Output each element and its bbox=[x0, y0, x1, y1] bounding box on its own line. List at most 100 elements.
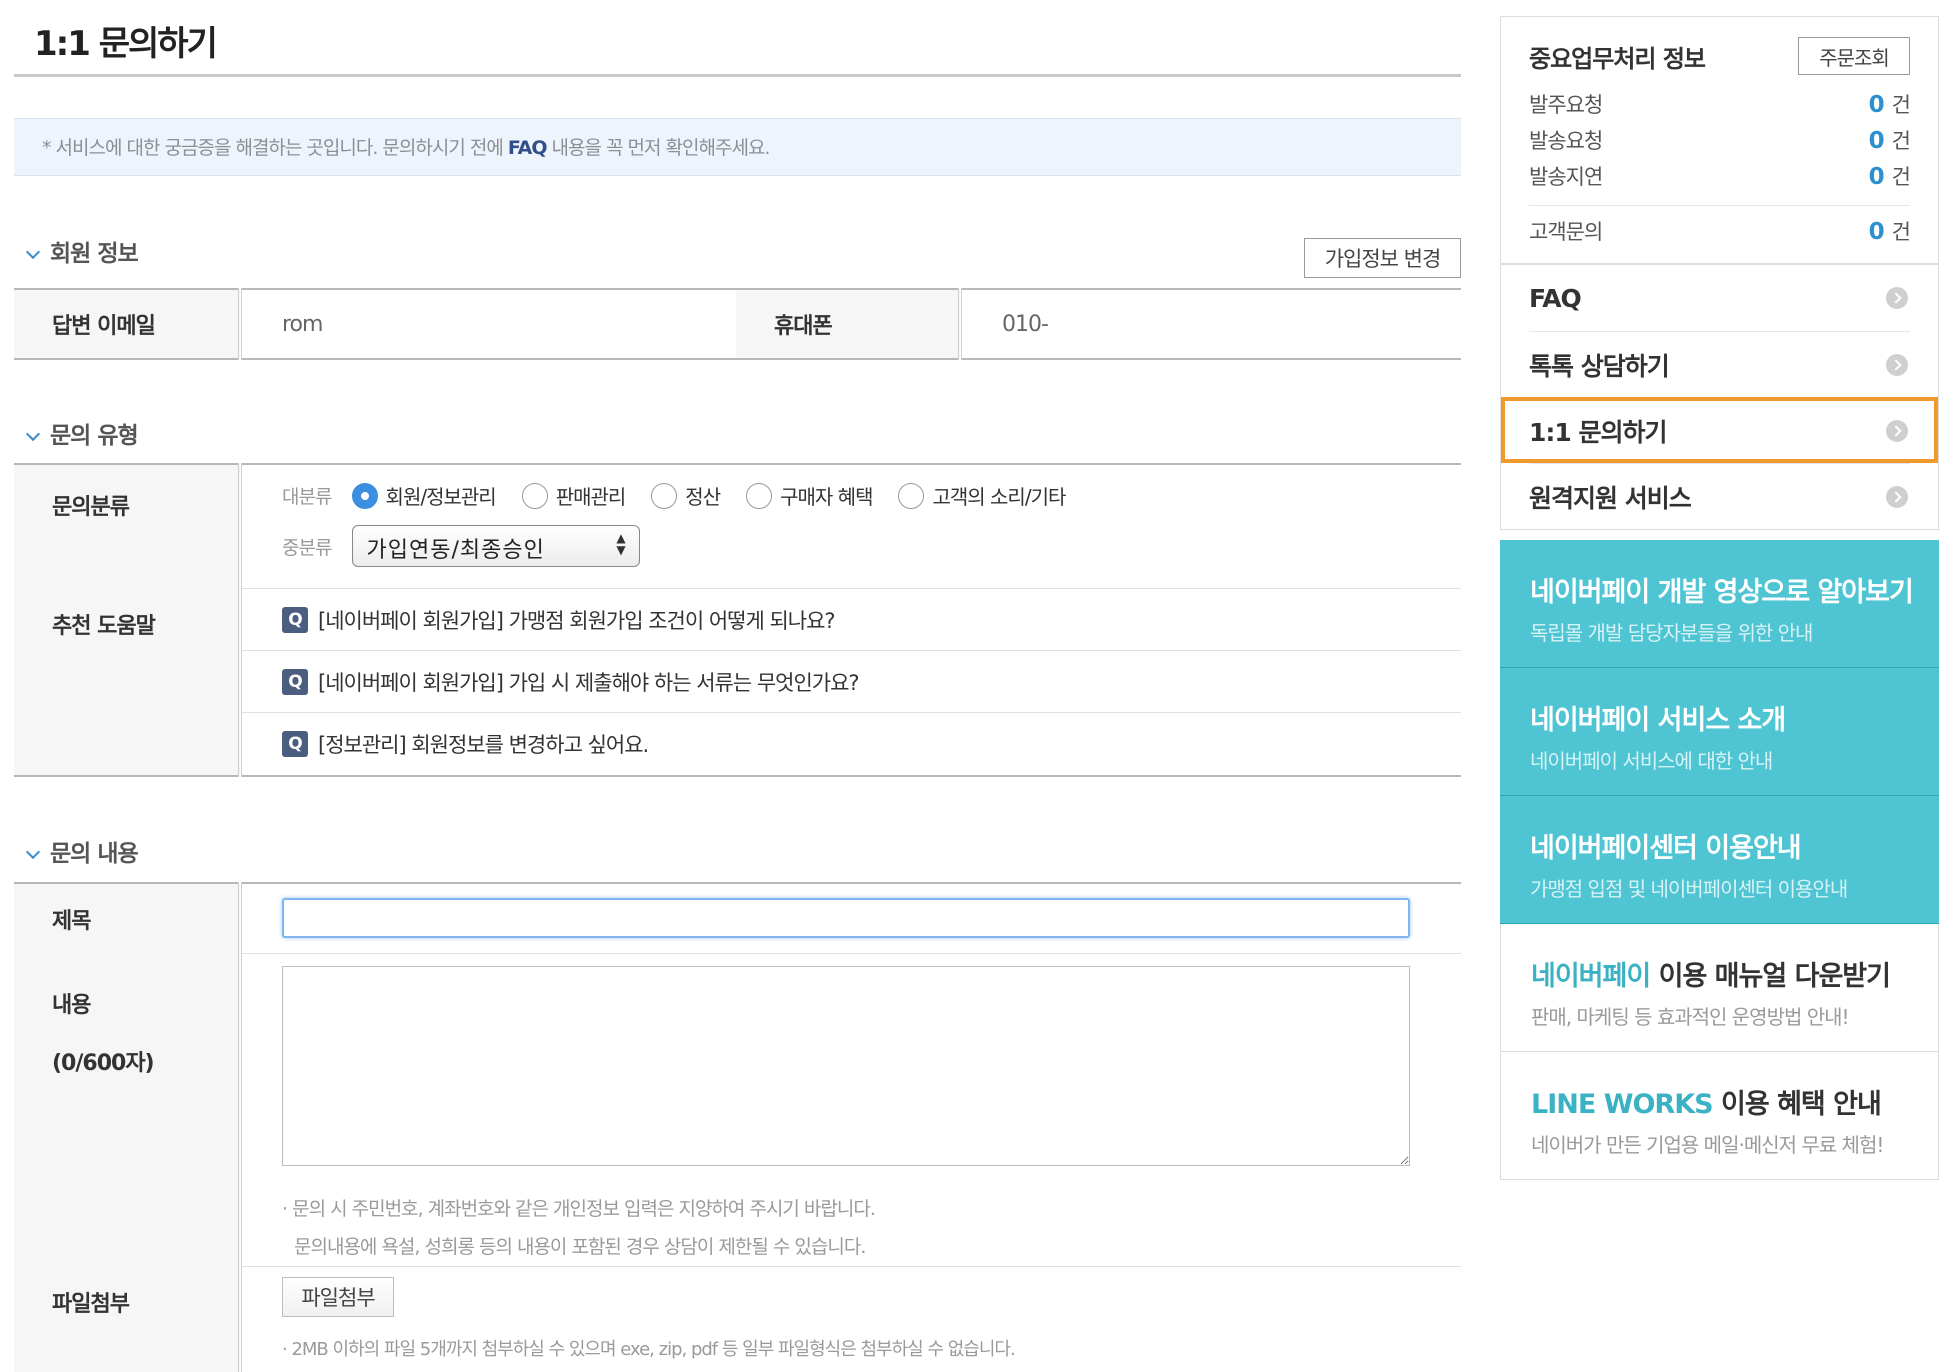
biz-row-count[interactable]: 0 bbox=[1869, 128, 1885, 154]
file-note: · 2MB 이하의 파일 5개까지 첨부하실 수 있으며 exe, zip, p… bbox=[282, 1338, 1016, 1360]
body-textarea[interactable] bbox=[282, 965, 1410, 1166]
member-section-heading: 회원 정보 bbox=[24, 234, 139, 268]
radio-option[interactable]: 정산 bbox=[651, 482, 746, 509]
promo-sub: 네이버페이 서비스에 대한 안내 bbox=[1530, 749, 1773, 773]
notice-text-prefix: * 서비스에 대한 궁금증을 해결하는 곳입니다. 문의하시기 전에 bbox=[42, 137, 508, 159]
email-value: rom bbox=[240, 289, 736, 360]
help-item-text[interactable]: [네이버페이 회원가입] 가입 시 제출해야 하는 서류는 무엇인가요? bbox=[318, 671, 860, 695]
subject-cell bbox=[240, 883, 1461, 954]
biz-rows: 발주요청 0 건 발송요청 0 건 발송지연 0 건 고객문의 0 건 bbox=[1529, 89, 1911, 249]
promo-list: 네이버페이 개발 영상으로 알아보기 독립몰 개발 담당자분들을 위한 안내 네이버… bbox=[1500, 540, 1939, 924]
arrow-circle-icon bbox=[1886, 287, 1908, 309]
biz-row[interactable]: 발주요청 0 건 bbox=[1529, 89, 1911, 125]
question-icon: Q bbox=[282, 668, 308, 695]
biz-row-count[interactable]: 0 bbox=[1869, 92, 1885, 118]
category-label: 문의분류 bbox=[14, 464, 242, 588]
help-item-text[interactable]: [정보관리] 회원정보를 변경하고 싶어요. bbox=[318, 733, 649, 757]
body-char-count: (0/600자) bbox=[52, 1051, 155, 1076]
biz-row[interactable]: 고객문의 0 건 bbox=[1529, 205, 1911, 249]
promo-banner[interactable]: 네이버페이센터 이용안내 가맹점 입점 및 네이버페이센터 이용안내 bbox=[1500, 796, 1939, 924]
menu-list: FAQ 톡톡 상담하기 1:1 문의하기원격지원 서비스 bbox=[1501, 265, 1938, 529]
minor-category-label: 중분류 bbox=[282, 536, 332, 559]
radio-option[interactable]: 판매관리 bbox=[521, 482, 652, 509]
body-label-cell: 내용 (0/600자) bbox=[14, 953, 242, 1266]
biz-row-count-wrap: 0건 bbox=[1869, 161, 1911, 197]
promo-sub: 독립몰 개발 담당자분들을 위한 안내 bbox=[1530, 621, 1813, 645]
biz-row-unit: 건 bbox=[1891, 165, 1911, 189]
biz-row[interactable]: 발송요청 0 건 bbox=[1529, 125, 1911, 161]
help-list: Q [네이버페이 회원가입] 가맹점 회원가입 조건이 어떻게 되나요? Q [네이버… bbox=[242, 589, 1461, 775]
biz-row-count-wrap: 0건 bbox=[1869, 89, 1911, 125]
lineworks-title: LINE WORKS 이용 혜택 안내 bbox=[1531, 1082, 1938, 1121]
order-lookup-button[interactable]: 주문조회 bbox=[1798, 37, 1910, 75]
promo-banner[interactable]: 네이버페이 서비스 소개네이버페이 서비스에 대한 안내 bbox=[1500, 668, 1939, 796]
notice-faq: FAQ bbox=[507, 137, 548, 159]
inquiry-type-table: 문의분류 대분류 회원/정보관리 판매관리 정산 구매자 혜택 고객의 소리/기타 중분… bbox=[14, 463, 1461, 777]
file-attach-button[interactable]: 파일첨부 bbox=[282, 1276, 394, 1317]
minor-category-select[interactable]: 가입연동/최종승인 ▲ ▼ bbox=[351, 525, 640, 568]
subject-input[interactable] bbox=[282, 898, 1410, 939]
question-icon: Q bbox=[282, 606, 308, 633]
radio-button[interactable] bbox=[898, 482, 925, 509]
sidebar-menu-item[interactable]: FAQ bbox=[1529, 265, 1910, 331]
help-item-text[interactable]: [네이버페이 회원가입] 가맹점 회원가입 조건이 어떻게 되나요? bbox=[318, 609, 836, 633]
promo-title: 네이버페이센터 이용안내 bbox=[1530, 833, 1802, 864]
radio-label: 구매자 혜택 bbox=[780, 485, 873, 510]
biz-header: 중요업무처리 정보 주문조회 bbox=[1529, 37, 1910, 75]
sidebar-menu-item[interactable]: 1:1 문의하기 bbox=[1501, 397, 1938, 463]
promo-title: 네이버페이 서비스 소개 bbox=[1530, 705, 1786, 736]
member-info-table: 답변 이메일 rom 휴대폰 010- bbox=[14, 288, 1461, 360]
sidebar-menu-label: FAQ bbox=[1529, 283, 1582, 313]
right-sidebar: 중요업무처리 정보 주문조회 발주요청 0 건 발송요청 0 건 발송지연 0 건 고객문의 0 건 … bbox=[1500, 16, 1939, 1180]
radio-button[interactable] bbox=[651, 482, 678, 509]
help-cell: Q [네이버페이 회원가입] 가맹점 회원가입 조건이 어떻게 되나요? Q [네이버… bbox=[240, 588, 1461, 776]
radio-button[interactable] bbox=[746, 482, 773, 509]
manual-download-banner[interactable]: 네이버페이 이용 매뉴얼 다운받기 판매, 마케팅 등 효과적인 운영방법 안내… bbox=[1500, 924, 1939, 1052]
minor-category-value: 가입연동/최종승인 bbox=[366, 538, 545, 564]
major-category-row: 대분류 회원/정보관리 판매관리 정산 구매자 혜택 고객의 소리/기타 bbox=[282, 481, 1461, 525]
radio-option[interactable]: 회원/정보관리 bbox=[351, 482, 522, 509]
help-item[interactable]: Q [네이버페이 회원가입] 가맹점 회원가입 조건이 어떻게 되나요? bbox=[242, 589, 1461, 651]
manual-title: 네이버페이 이용 매뉴얼 다운받기 bbox=[1531, 954, 1938, 993]
email-label: 답변 이메일 bbox=[14, 289, 242, 359]
sidebar-menu-label: 원격지원 서비스 bbox=[1529, 483, 1692, 513]
category-cell: 대분류 회원/정보관리 판매관리 정산 구매자 혜택 고객의 소리/기타 중분류 가입연… bbox=[240, 464, 1461, 589]
manual-title-rest: 이용 매뉴얼 다운받기 bbox=[1650, 961, 1891, 992]
biz-row-label: 발송요청 bbox=[1529, 129, 1603, 153]
edit-member-info-button[interactable]: 가입정보 변경 bbox=[1304, 238, 1461, 278]
chevron-down-icon bbox=[25, 426, 41, 441]
biz-row-count-wrap: 0건 bbox=[1869, 125, 1911, 161]
radio-option[interactable]: 고객의 소리/기타 bbox=[898, 482, 1091, 509]
support-menu: FAQ 톡톡 상담하기 1:1 문의하기원격지원 서비스 bbox=[1500, 264, 1939, 530]
manual-title-highlight: 네이버페이 bbox=[1531, 961, 1651, 992]
biz-row[interactable]: 발송지연 0 건 bbox=[1529, 161, 1911, 197]
major-category-label: 대분류 bbox=[282, 486, 332, 509]
radio-label: 고객의 소리/기타 bbox=[932, 485, 1066, 510]
body-note-1-text: 문의 시 주민번호, 계좌번호와 같은 개인정보 입력은 지양하여 주시기 바랍… bbox=[292, 1197, 876, 1220]
type-section-heading: 문의 유형 bbox=[24, 416, 139, 450]
content-heading-label: 문의 내용 bbox=[50, 841, 139, 867]
sidebar-menu-label: 1:1 문의하기 bbox=[1529, 417, 1667, 447]
biz-row-label: 발주요청 bbox=[1529, 93, 1603, 117]
question-icon: Q bbox=[282, 730, 308, 757]
radio-option[interactable]: 구매자 혜택 bbox=[746, 482, 898, 509]
body-note-1: · 문의 시 주민번호, 계좌번호와 같은 개인정보 입력은 지양하여 주시기 … bbox=[282, 1197, 876, 1220]
help-item[interactable]: Q [네이버페이 회원가입] 가입 시 제출해야 하는 서류는 무엇인가요? bbox=[242, 651, 1461, 713]
biz-row-count[interactable]: 0 bbox=[1869, 219, 1885, 245]
radio-button[interactable] bbox=[351, 482, 378, 509]
lineworks-banner[interactable]: LINE WORKS 이용 혜택 안내 네이버가 만든 기업용 메일·메신저 무… bbox=[1500, 1052, 1939, 1180]
radio-group: 회원/정보관리 판매관리 정산 구매자 혜택 고객의 소리/기타 bbox=[351, 482, 1092, 509]
body-notes: · 문의 시 주민번호, 계좌번호와 같은 개인정보 입력은 지양하여 주시기 … bbox=[282, 1190, 1461, 1266]
sidebar-menu-item[interactable]: 톡톡 상담하기 bbox=[1529, 331, 1910, 397]
radio-button[interactable] bbox=[521, 482, 548, 509]
subject-label: 제목 bbox=[14, 883, 242, 953]
biz-row-label: 고객문의 bbox=[1529, 220, 1603, 244]
radio-label: 회원/정보관리 bbox=[385, 485, 497, 510]
biz-row-count[interactable]: 0 bbox=[1869, 164, 1885, 190]
sidebar-menu-item[interactable]: 원격지원 서비스 bbox=[1529, 463, 1910, 529]
promo-banner[interactable]: 네이버페이 개발 영상으로 알아보기 독립몰 개발 담당자분들을 위한 안내 bbox=[1500, 540, 1939, 668]
arrow-circle-icon bbox=[1886, 353, 1908, 376]
phone-value: 010- bbox=[960, 289, 1461, 360]
file-label: 파일첨부 bbox=[14, 1266, 242, 1372]
help-item[interactable]: Q [정보관리] 회원정보를 변경하고 싶어요. bbox=[242, 713, 1461, 775]
